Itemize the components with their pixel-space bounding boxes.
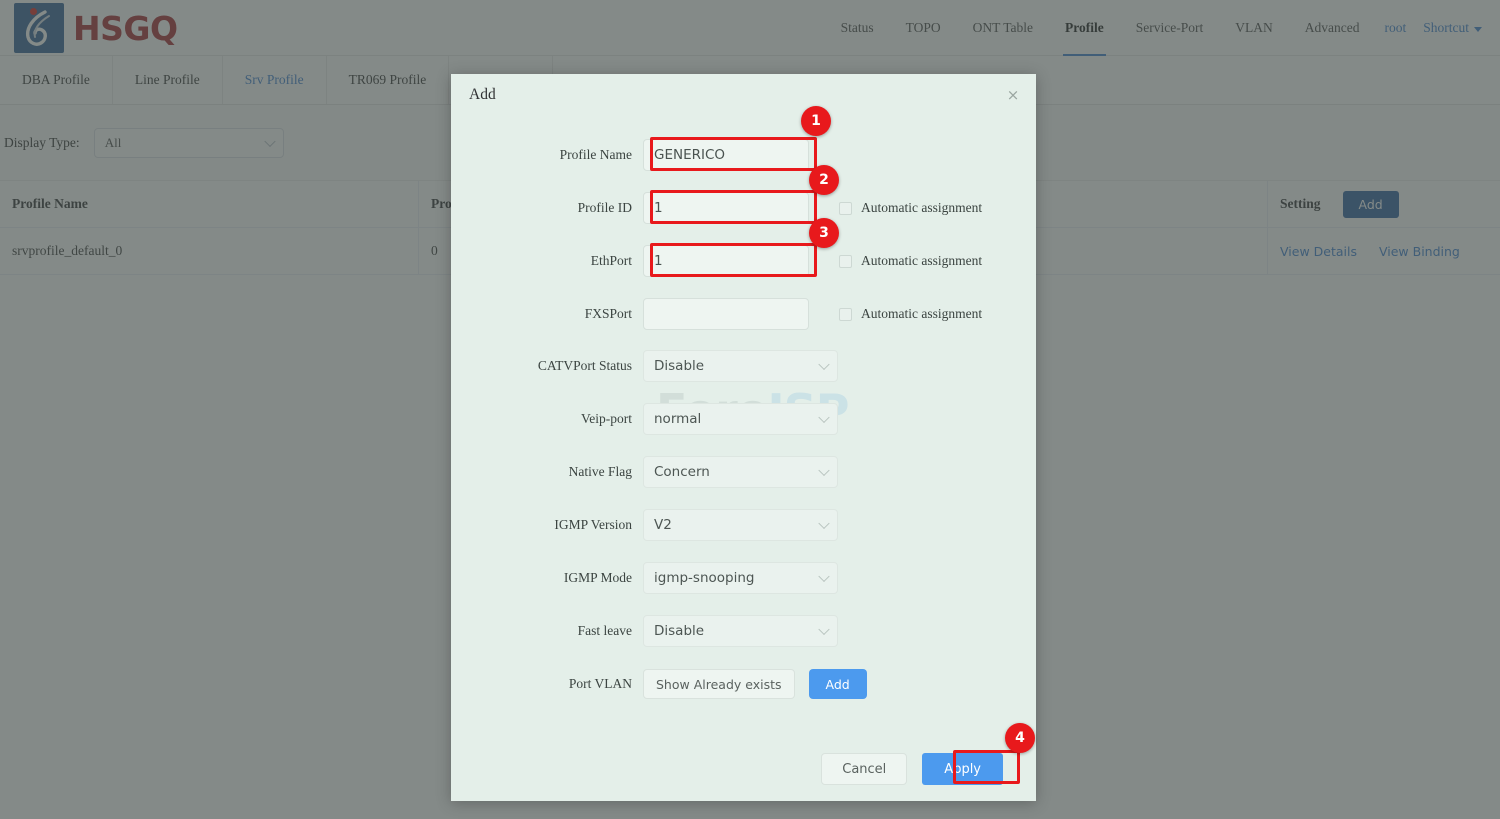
label-igmp-mode: IGMP Mode: [563, 570, 632, 585]
chevron-down-icon: [818, 411, 830, 424]
native-flag-value: Concern: [654, 464, 710, 480]
label-native-flag: Native Flag: [568, 464, 632, 479]
checkbox-icon: [839, 201, 852, 215]
field-profile-name: Profile Name GENERICO: [451, 139, 1036, 171]
field-port-vlan: Port VLAN Show Already exists Add: [451, 668, 1036, 700]
field-igmp-version: IGMP Version V2: [451, 509, 1036, 541]
ethport-input[interactable]: 1: [643, 245, 809, 277]
fxsport-auto-checkbox[interactable]: Automatic assignment: [839, 306, 982, 322]
field-fast-leave: Fast leave Disable: [451, 615, 1036, 647]
native-flag-select[interactable]: Concern: [643, 456, 838, 488]
catvport-status-select[interactable]: Disable: [643, 350, 838, 382]
fxsport-auto-label: Automatic assignment: [861, 306, 983, 321]
chevron-down-icon: [818, 517, 830, 530]
field-igmp-mode: IGMP Mode igmp-snooping: [451, 562, 1036, 594]
fast-leave-select[interactable]: Disable: [643, 615, 838, 647]
label-profile-name: Profile Name: [559, 147, 632, 162]
dialog-title: Add: [469, 86, 496, 103]
label-ethport: EthPort: [590, 253, 632, 268]
field-fxsport: FXSPort Automatic assignment: [451, 298, 1036, 330]
label-fxsport: FXSPort: [584, 306, 632, 321]
field-ethport: EthPort 1 Automatic assignment: [451, 245, 1036, 277]
profile-id-auto-label: Automatic assignment: [861, 200, 983, 215]
igmp-version-select[interactable]: V2: [643, 509, 838, 541]
chevron-down-icon: [818, 623, 830, 636]
port-vlan-add-button[interactable]: Add: [808, 669, 867, 699]
field-catvport-status: CATVPort Status Disable: [451, 350, 1036, 382]
show-already-exists-button[interactable]: Show Already exists: [643, 669, 795, 699]
profile-id-auto-checkbox[interactable]: Automatic assignment: [839, 200, 982, 216]
chevron-down-icon: [818, 358, 830, 371]
dialog-footer: Cancel Apply: [451, 753, 1036, 785]
control-fxsport: [643, 298, 809, 330]
close-icon[interactable]: ×: [1004, 86, 1022, 104]
ethport-auto-checkbox[interactable]: Automatic assignment: [839, 253, 982, 269]
label-veip-port: Veip-port: [581, 411, 632, 426]
chevron-down-icon: [818, 570, 830, 583]
profile-id-input[interactable]: 1: [643, 192, 809, 224]
field-native-flag: Native Flag Concern: [451, 456, 1036, 488]
field-veip-port: Veip-port normal: [451, 403, 1036, 435]
apply-button[interactable]: Apply: [922, 753, 1003, 785]
igmp-mode-select[interactable]: igmp-snooping: [643, 562, 838, 594]
chevron-down-icon: [818, 464, 830, 477]
checkbox-icon: [839, 307, 852, 321]
veip-port-select[interactable]: normal: [643, 403, 838, 435]
checkbox-icon: [839, 254, 852, 268]
control-profile-id: 1: [643, 192, 809, 224]
label-igmp-version: IGMP Version: [554, 517, 632, 532]
label-profile-id: Profile ID: [577, 200, 632, 215]
profile-name-input[interactable]: GENERICO: [643, 139, 809, 171]
control-ethport: 1: [643, 245, 809, 277]
fast-leave-value: Disable: [654, 623, 705, 639]
label-fast-leave: Fast leave: [577, 623, 632, 638]
veip-port-value: normal: [654, 411, 702, 427]
catvport-status-value: Disable: [654, 358, 705, 374]
field-profile-id: Profile ID 1 Automatic assignment: [451, 192, 1036, 224]
fxsport-input[interactable]: [643, 298, 809, 330]
label-port-vlan: Port VLAN: [568, 676, 632, 691]
igmp-mode-value: igmp-snooping: [654, 570, 755, 586]
cancel-button[interactable]: Cancel: [821, 753, 908, 785]
label-catvport-status: CATVPort Status: [537, 358, 632, 373]
ethport-auto-label: Automatic assignment: [861, 253, 983, 268]
control-profile-name: GENERICO: [643, 139, 809, 171]
add-srv-profile-dialog: Add × ForoISP Profile Name GENERICO Prof…: [451, 74, 1036, 801]
igmp-version-value: V2: [654, 517, 672, 533]
